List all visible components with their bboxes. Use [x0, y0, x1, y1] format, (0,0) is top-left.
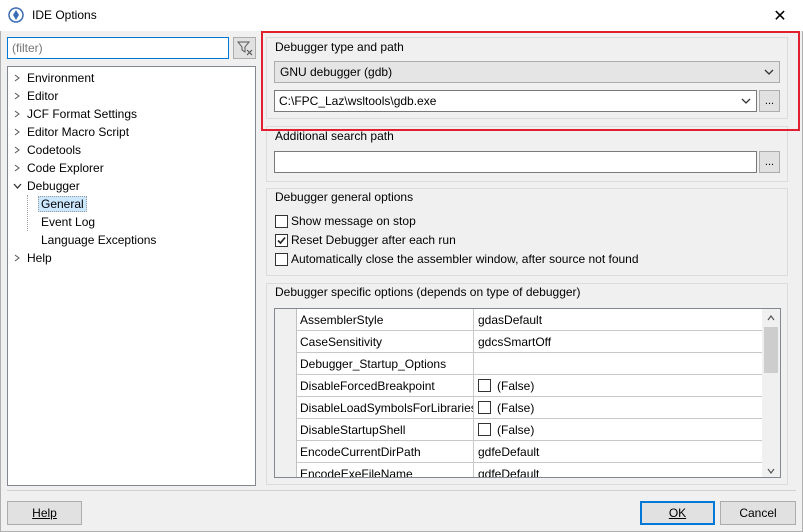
- debugger-path-combobox[interactable]: C:\FPC_Laz\wsltools\gdb.exe: [274, 90, 757, 112]
- browse-search-path-button[interactable]: ...: [759, 151, 780, 173]
- debugger-type-label: Debugger type and path: [275, 40, 404, 54]
- close-button[interactable]: ✕: [757, 0, 803, 31]
- tree-item-editor-macro-script[interactable]: Editor Macro Script: [10, 123, 132, 141]
- reset-debugger-checkbox[interactable]: Reset Debugger after each run: [275, 233, 456, 247]
- lazarus-app-icon: [8, 7, 24, 23]
- chevron-down-icon: [764, 69, 774, 75]
- auto-close-assembler-checkbox[interactable]: Automatically close the assembler window…: [275, 252, 639, 266]
- scrollbar-thumb[interactable]: [764, 327, 778, 373]
- chevron-right-icon[interactable]: [10, 128, 24, 136]
- table-row[interactable]: EncodeCurrentDirPath gdfeDefault: [297, 441, 762, 463]
- general-options-label: Debugger general options: [275, 190, 414, 204]
- table-row[interactable]: EncodeExeFileName gdfeDefault: [297, 463, 762, 477]
- search-path-label: Additional search path: [275, 129, 394, 143]
- tree-item-editor[interactable]: Editor: [10, 87, 61, 105]
- bottom-separator: [7, 490, 796, 491]
- chevron-right-icon[interactable]: [10, 74, 24, 82]
- tree-connector-line: [27, 195, 28, 231]
- search-path-input[interactable]: [274, 151, 757, 173]
- filter-clear-icon: [236, 41, 252, 56]
- scroll-up-icon[interactable]: [762, 309, 780, 326]
- show-message-on-stop-checkbox[interactable]: Show message on stop: [275, 214, 416, 228]
- checkbox-unchecked[interactable]: [478, 423, 491, 436]
- tree-item-general[interactable]: General: [38, 195, 87, 213]
- table-row[interactable]: DisableLoadSymbolsForLibraries (False): [297, 397, 762, 419]
- chevron-right-icon[interactable]: [10, 146, 24, 154]
- tree-item-event-log[interactable]: Event Log: [38, 213, 98, 231]
- clear-filter-button[interactable]: [233, 37, 256, 59]
- filter-input[interactable]: [7, 37, 229, 59]
- ok-button[interactable]: OK: [640, 501, 715, 525]
- table-row[interactable]: DisableForcedBreakpoint (False): [297, 375, 762, 397]
- checkbox-unchecked[interactable]: [275, 214, 288, 228]
- cancel-button[interactable]: Cancel: [720, 501, 796, 525]
- help-button[interactable]: Help: [7, 501, 82, 525]
- checkbox-unchecked[interactable]: [275, 252, 288, 266]
- tree-item-help[interactable]: Help: [10, 249, 55, 267]
- chevron-right-icon[interactable]: [10, 254, 24, 262]
- debugger-type-select[interactable]: GNU debugger (gdb): [274, 61, 780, 83]
- property-grid[interactable]: AssemblerStyle gdasDefault CaseSensitivi…: [274, 308, 781, 478]
- chevron-down-icon[interactable]: [10, 182, 24, 190]
- checkbox-unchecked[interactable]: [478, 379, 491, 392]
- options-tree[interactable]: Environment Editor JCF Format Settings E…: [7, 66, 256, 486]
- tree-item-debugger[interactable]: Debugger: [10, 177, 83, 195]
- specific-options-label: Debugger specific options (depends on ty…: [275, 285, 581, 299]
- tree-item-codetools[interactable]: Codetools: [10, 141, 84, 159]
- grid-gutter: [275, 309, 297, 477]
- checkbox-unchecked[interactable]: [478, 401, 491, 414]
- checkbox-checked[interactable]: [275, 233, 288, 247]
- chevron-down-icon[interactable]: [740, 96, 752, 106]
- chevron-right-icon[interactable]: [10, 92, 24, 100]
- table-row[interactable]: CaseSensitivity gdcsSmartOff: [297, 331, 762, 353]
- browse-debugger-path-button[interactable]: ...: [759, 90, 780, 112]
- tree-item-language-exceptions[interactable]: Language Exceptions: [38, 231, 159, 249]
- table-row[interactable]: AssemblerStyle gdasDefault: [297, 309, 762, 331]
- title-bar: IDE Options ✕: [0, 0, 803, 31]
- scroll-down-icon[interactable]: [762, 462, 780, 477]
- tree-item-code-explorer[interactable]: Code Explorer: [10, 159, 107, 177]
- grid-scrollbar[interactable]: [762, 309, 780, 477]
- tree-item-jcf-format-settings[interactable]: JCF Format Settings: [10, 105, 140, 123]
- close-icon: ✕: [773, 7, 787, 25]
- chevron-right-icon[interactable]: [10, 164, 24, 172]
- table-row[interactable]: Debugger_Startup_Options: [297, 353, 762, 375]
- tree-item-environment[interactable]: Environment: [10, 69, 97, 87]
- table-row[interactable]: DisableStartupShell (False): [297, 419, 762, 441]
- chevron-right-icon[interactable]: [10, 110, 24, 118]
- check-icon: [277, 236, 286, 244]
- window-title: IDE Options: [32, 8, 97, 22]
